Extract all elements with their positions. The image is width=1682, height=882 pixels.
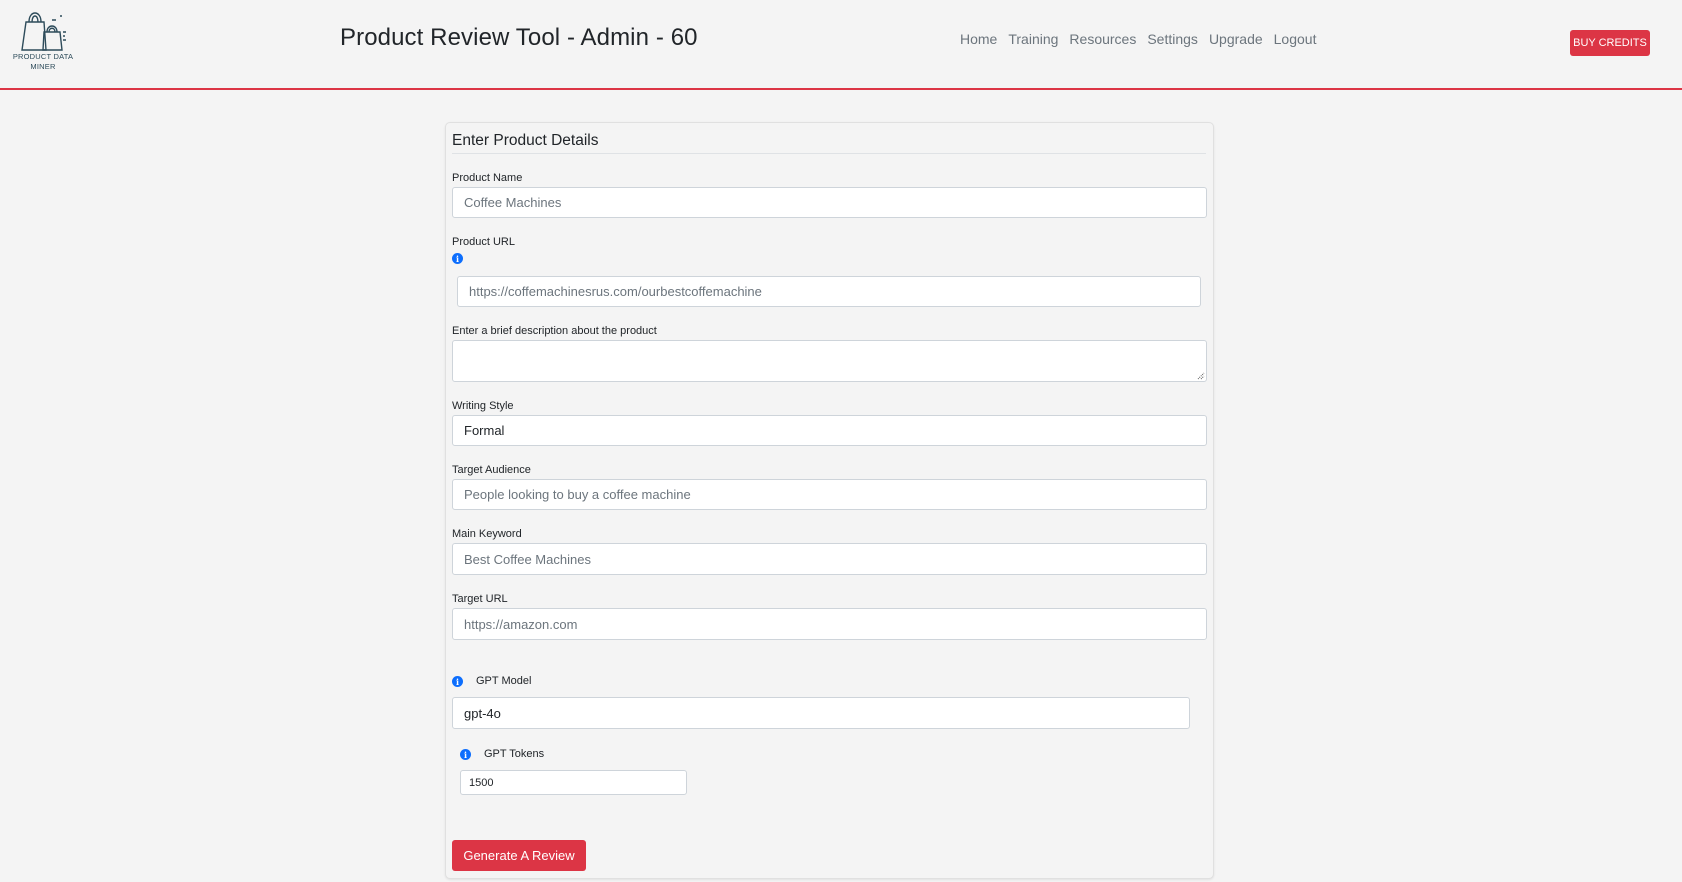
buy-credits-button[interactable]: BUY CREDITS — [1570, 30, 1650, 56]
product-name-input[interactable]: Coffee Machines — [452, 187, 1207, 218]
page-title: Product Review Tool - Admin - 60 — [340, 24, 698, 51]
top-header: PRODUCT DATA MINER Product Review Tool -… — [0, 0, 1682, 90]
target-url-input[interactable]: https://amazon.com — [452, 608, 1207, 640]
title-divider — [452, 153, 1206, 154]
description-textarea[interactable] — [452, 340, 1207, 382]
main-keyword-label: Main Keyword — [452, 528, 522, 540]
nav-resources[interactable]: Resources — [1069, 31, 1136, 47]
target-url-label: Target URL — [452, 593, 508, 605]
card-title: Enter Product Details — [452, 132, 599, 149]
target-audience-label: Target Audience — [452, 464, 531, 476]
nav-settings[interactable]: Settings — [1147, 31, 1198, 47]
nav-upgrade[interactable]: Upgrade — [1209, 31, 1263, 47]
resize-handle-icon[interactable] — [1197, 372, 1205, 380]
info-circle-icon[interactable]: i — [452, 676, 463, 687]
target-audience-input[interactable]: People looking to buy a coffee machine — [452, 479, 1207, 510]
main-keyword-input[interactable]: Best Coffee Machines — [452, 543, 1207, 575]
product-name-label: Product Name — [452, 172, 523, 184]
shopping-bags-icon — [21, 12, 66, 51]
info-circle-icon[interactable]: i — [460, 749, 471, 760]
logo-text-line1: PRODUCT DATA — [12, 52, 74, 61]
gpt-tokens-input[interactable]: 1500 — [460, 770, 687, 795]
description-label: Enter a brief description about the prod… — [452, 325, 657, 337]
product-details-card: Enter Product Details Product Name Coffe… — [445, 122, 1214, 879]
nav-training[interactable]: Training — [1008, 31, 1058, 47]
nav-logout[interactable]: Logout — [1274, 31, 1317, 47]
logo[interactable]: PRODUCT DATA MINER — [8, 6, 78, 78]
gpt-tokens-label: GPT Tokens — [484, 748, 545, 760]
gpt-model-select[interactable]: gpt-4o — [452, 697, 1190, 729]
generate-review-button[interactable]: Generate A Review — [452, 840, 586, 871]
product-url-input[interactable]: https://coffemachinesrus.com/ourbestcoff… — [457, 276, 1201, 307]
nav-home[interactable]: Home — [960, 31, 997, 47]
info-circle-icon[interactable]: i — [452, 253, 463, 264]
logo-text: PRODUCT DATA MINER — [8, 52, 78, 72]
writing-style-select[interactable]: Formal — [452, 415, 1207, 446]
main-nav: Home Training Resources Settings Upgrade… — [960, 31, 1316, 47]
gpt-model-label: GPT Model — [476, 675, 532, 687]
product-url-label: Product URL — [452, 236, 515, 248]
logo-text-line2: MINER — [30, 62, 56, 71]
writing-style-label: Writing Style — [452, 400, 514, 412]
